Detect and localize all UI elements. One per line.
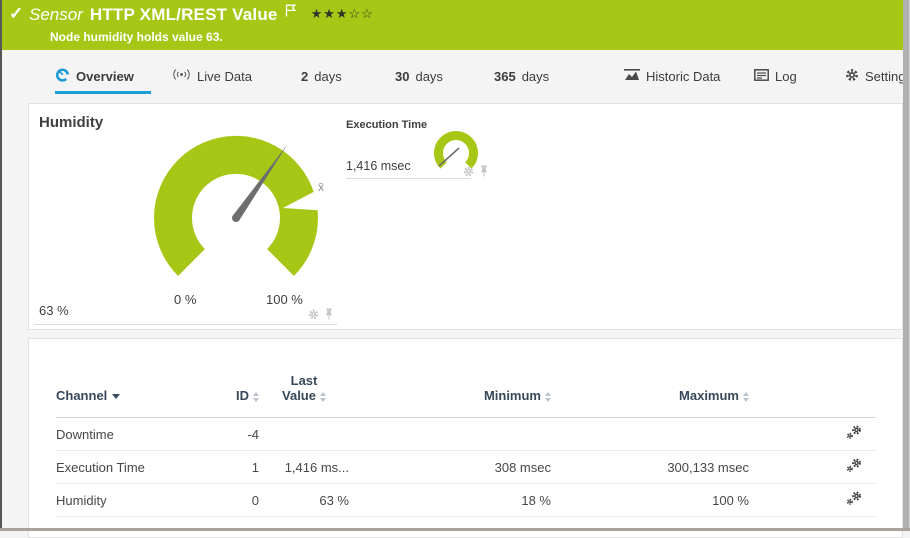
channels-panel: Channel ID Last Value Minimum Maximum: [28, 338, 903, 538]
sort-icon: [743, 392, 749, 402]
gauge-icon: [55, 67, 70, 85]
channel-id: 1: [206, 451, 259, 484]
column-header-id[interactable]: ID: [206, 367, 259, 418]
tab-historic-data[interactable]: Historic Data: [624, 50, 720, 92]
sensor-type-label: Sensor: [29, 5, 83, 25]
channel-name: Downtime: [56, 418, 206, 451]
channel-maximum: 100 %: [551, 484, 749, 517]
channel-settings-icon[interactable]: [846, 458, 862, 473]
column-header-maximum[interactable]: Maximum: [551, 367, 749, 418]
average-marker-symbol: x̄: [318, 180, 324, 194]
channel-maximum: 300,133 msec: [551, 451, 749, 484]
table-row: Downtime -4: [56, 418, 876, 451]
tab-bar: Overview Live Data 2 days 30 days 365 da…: [2, 50, 903, 95]
channel-minimum: 308 msec: [349, 451, 551, 484]
sort-icon: [253, 392, 259, 402]
tab-log-label: Log: [775, 69, 797, 84]
channel-minimum: [349, 418, 551, 451]
execution-time-widget-title: Execution Time: [346, 119, 427, 131]
column-header-channel[interactable]: Channel: [56, 367, 206, 418]
channel-id: 0: [206, 484, 259, 517]
tab-overview[interactable]: Overview: [55, 50, 134, 92]
channel-name: Humidity: [56, 484, 206, 517]
table-header-row: Channel ID Last Value Minimum Maximum: [56, 367, 876, 418]
channel-maximum: [551, 418, 749, 451]
gear-icon[interactable]: [308, 309, 319, 320]
humidity-current-value: 63 %: [39, 303, 69, 318]
gauge-max-label: 100 %: [266, 292, 303, 307]
humidity-widget-title: Humidity: [39, 114, 103, 131]
humidity-gauge: [126, 123, 346, 323]
tab-365-days-label: days: [522, 69, 549, 84]
sort-icon: [320, 392, 326, 402]
gauge-min-label: 0 %: [174, 292, 196, 307]
channel-settings-icon[interactable]: [846, 425, 862, 440]
tab-365-days[interactable]: 365 days: [494, 50, 549, 92]
channel-table: Channel ID Last Value Minimum Maximum: [56, 367, 876, 517]
overview-gauges-panel: Humidity x̄ 0 % 100 % 63 % Execution Tim…: [28, 103, 903, 330]
window-right-border: [903, 0, 910, 531]
tab-live-data-label: Live Data: [197, 69, 252, 84]
column-header-actions: [749, 367, 876, 418]
active-tab-underline: [55, 91, 151, 94]
tab-30-days-label: days: [415, 69, 442, 84]
tab-2-days-number: 2: [301, 69, 308, 84]
tab-historic-data-label: Historic Data: [646, 69, 720, 84]
table-row: Execution Time 1 1,416 ms... 308 msec 30…: [56, 451, 876, 484]
tab-overview-label: Overview: [76, 69, 134, 84]
gear-icon: [845, 68, 859, 85]
tab-settings[interactable]: Settings: [845, 50, 910, 92]
gear-icon[interactable]: [463, 166, 474, 177]
channel-last-value: [259, 418, 349, 451]
channel-name: Execution Time: [56, 451, 206, 484]
channel-id: -4: [206, 418, 259, 451]
execution-time-widget-divider: [346, 178, 471, 179]
table-row: Humidity 0 63 % 18 % 100 %: [56, 484, 876, 517]
sensor-title: HTTP XML/REST Value: [90, 5, 278, 25]
pin-icon[interactable]: [324, 308, 334, 320]
historic-chart-icon: [624, 69, 640, 84]
channel-last-value: 63 %: [259, 484, 349, 517]
pin-icon[interactable]: [479, 165, 489, 177]
tab-live-data[interactable]: Live Data: [172, 50, 252, 92]
channel-minimum: 18 %: [349, 484, 551, 517]
broadcast-icon: [172, 68, 191, 84]
priority-stars[interactable]: ★★★☆☆: [311, 6, 374, 22]
tab-365-days-number: 365: [494, 69, 516, 84]
channel-last-value: 1,416 ms...: [259, 451, 349, 484]
sort-desc-icon: [112, 394, 120, 399]
tab-30-days[interactable]: 30 days: [395, 50, 443, 92]
execution-time-current-value: 1,416 msec: [346, 159, 411, 173]
humidity-widget-divider: [34, 324, 337, 325]
tab-2-days-label: days: [314, 69, 341, 84]
column-header-last-value[interactable]: Last Value: [259, 367, 349, 418]
flag-icon[interactable]: [285, 4, 296, 22]
status-ok-check-icon: ✓: [9, 4, 23, 24]
sort-icon: [545, 392, 551, 402]
log-list-icon: [754, 69, 769, 84]
channel-settings-icon[interactable]: [846, 491, 862, 506]
tab-2-days[interactable]: 2 days: [301, 50, 342, 92]
column-header-minimum[interactable]: Minimum: [349, 367, 551, 418]
sensor-status-header: ✓ Sensor HTTP XML/REST Value ★★★☆☆ Node …: [2, 0, 903, 50]
tab-log[interactable]: Log: [754, 50, 797, 92]
sensor-status-message: Node humidity holds value 63.: [50, 30, 223, 44]
tab-30-days-number: 30: [395, 69, 409, 84]
window-left-border: [0, 0, 2, 531]
